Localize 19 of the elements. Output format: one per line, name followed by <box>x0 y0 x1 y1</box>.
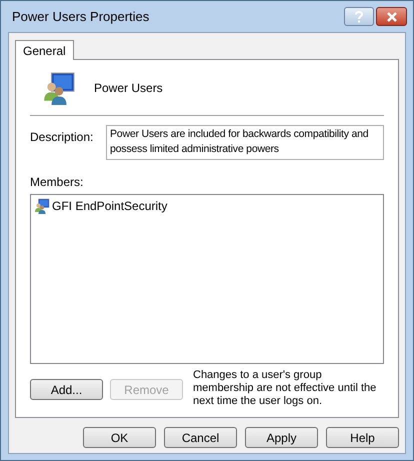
dialog-button[interactable]: Help <box>326 427 399 448</box>
dialog-button[interactable]: Cancel <box>164 427 237 448</box>
dialog-button[interactable]: Add... <box>30 379 103 400</box>
user-icon <box>34 198 50 214</box>
description-label: Description: <box>30 129 94 146</box>
help-icon <box>355 10 363 22</box>
close-button[interactable] <box>376 7 407 26</box>
members-label: Members: <box>30 174 84 191</box>
window-title: Power Users Properties <box>12 8 150 26</box>
close-icon <box>386 12 398 22</box>
membership-note: Changes to a user's group membership are not effective until the next time the user logs on. <box>193 369 378 408</box>
tab[interactable]: General <box>15 40 74 60</box>
member-item[interactable]: GFI EndPointSecurity <box>34 198 380 214</box>
dialog-button[interactable]: Apply <box>245 427 318 448</box>
group-name: Power Users <box>94 80 163 96</box>
help-button[interactable] <box>344 7 374 26</box>
dialog-button[interactable]: OK <box>83 427 156 448</box>
description-field[interactable]: Power Users are included for backwards compatibility and possess limited administrative powers <box>106 125 384 160</box>
users-icon <box>42 70 76 104</box>
